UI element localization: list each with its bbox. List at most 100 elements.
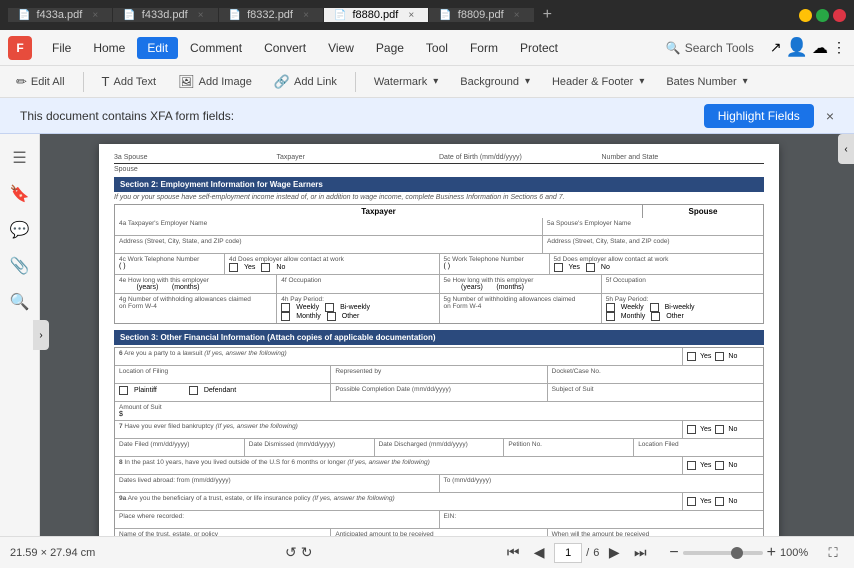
row9a-no-cb[interactable]	[715, 497, 724, 506]
4h-weekly-cb[interactable]	[281, 303, 290, 312]
tab-f8332-close[interactable]: ×	[299, 8, 313, 22]
menu-convert[interactable]: Convert	[254, 37, 316, 59]
4h-biweekly-cb[interactable]	[325, 303, 334, 312]
sidebar-collapse-button[interactable]: ›	[33, 320, 49, 350]
menu-tool[interactable]: Tool	[416, 37, 458, 59]
zoom-slider[interactable]	[683, 551, 763, 555]
edit-all-icon: ✏	[16, 74, 27, 90]
right-panel-collapse[interactable]: ‹	[838, 134, 854, 164]
new-tab-button[interactable]: +	[535, 6, 560, 24]
cell-date-discharged: Date Discharged (mm/dd/yyyy)	[375, 439, 505, 456]
4h-monthly-cb[interactable]	[281, 312, 290, 321]
zoom-slider-thumb	[731, 547, 743, 559]
5h-weekly-cb[interactable]	[606, 303, 615, 312]
4d-no-checkbox[interactable]	[261, 263, 270, 272]
5h-biweekly-cb[interactable]	[650, 303, 659, 312]
menu-protect[interactable]: Protect	[510, 37, 568, 59]
edit-all-button[interactable]: ✏ Edit All	[8, 71, 73, 93]
add-link-button[interactable]: 🔗 Add Link	[266, 71, 345, 93]
tab-f433a[interactable]: 📄 f433a.pdf ×	[8, 8, 112, 22]
background-button[interactable]: Background	[452, 73, 538, 91]
page-separator: /	[586, 547, 589, 559]
user-icon[interactable]: 👤	[786, 37, 808, 58]
page-number-input[interactable]: 1	[554, 543, 582, 563]
sidebar-bookmarks-icon[interactable]: 🔖	[4, 178, 36, 210]
5d-yes-checkbox[interactable]	[554, 263, 563, 272]
add-text-button[interactable]: T Add Text	[94, 71, 165, 92]
tab-f433d[interactable]: 📄 f433d.pdf ×	[113, 8, 217, 22]
cell-date-filed: Date Filed (mm/dd/yyyy)	[115, 439, 245, 456]
search-tools-area[interactable]: 🔍 Search Tools	[656, 37, 764, 59]
notification-close[interactable]: ×	[826, 108, 834, 124]
cell-represented-by: Represented by	[331, 366, 547, 383]
defendant-cb[interactable]	[189, 386, 198, 395]
zoom-in-button[interactable]: +	[767, 544, 776, 562]
5h-monthly-cb[interactable]	[606, 312, 615, 321]
window-controls	[799, 9, 846, 22]
sidebar-comments-icon[interactable]: 💬	[4, 214, 36, 246]
bates-number-button[interactable]: Bates Number	[658, 73, 755, 91]
close-button[interactable]	[833, 9, 846, 22]
header-footer-button[interactable]: Header & Footer	[544, 73, 652, 91]
rotate-right-icon[interactable]: ↻	[301, 544, 313, 561]
menu-home[interactable]: Home	[83, 37, 135, 59]
highlight-fields-button[interactable]: Highlight Fields	[704, 104, 814, 128]
zoom-out-button[interactable]: −	[669, 544, 678, 562]
menu-form[interactable]: Form	[460, 37, 508, 59]
row6-no-cb[interactable]	[715, 352, 724, 361]
section3-header: Section 3: Other Financial Information (…	[114, 330, 764, 345]
row8-no-cb[interactable]	[715, 461, 724, 470]
tab-f433a-close[interactable]: ×	[88, 8, 102, 22]
menu-view[interactable]: View	[318, 37, 364, 59]
tab-f8880-close[interactable]: ×	[404, 8, 418, 22]
maximize-button[interactable]	[816, 9, 829, 22]
row6-yes-cb[interactable]	[687, 352, 696, 361]
cell-place-recorded: Place where recorded:	[115, 511, 440, 528]
5d-no-checkbox[interactable]	[586, 263, 595, 272]
4h-other-cb[interactable]	[327, 312, 336, 321]
share-icon[interactable]: ↗	[770, 39, 782, 56]
first-page-button[interactable]: ⏮	[502, 542, 524, 564]
cell-4e: 4e How long with this employer (years) (…	[115, 275, 277, 293]
plaintiff-cb[interactable]	[119, 386, 128, 395]
plaintiff-label: Plaintiff	[134, 387, 157, 394]
menu-edit[interactable]: Edit	[137, 37, 178, 59]
label-4f: 4f Occupation	[281, 277, 434, 284]
add-image-button[interactable]: 🖼 Add Image	[170, 71, 260, 93]
more-icon[interactable]: ⋮	[832, 39, 846, 56]
row7-no-cb[interactable]	[715, 425, 724, 434]
prev-page-button[interactable]: ◀	[528, 542, 550, 564]
fit-page-button[interactable]: ⛶	[822, 542, 844, 564]
menu-file[interactable]: File	[42, 37, 81, 59]
tab-f433d-close[interactable]: ×	[194, 8, 208, 22]
row7-yes-label: Yes	[700, 426, 711, 433]
row7-yes-cb[interactable]	[687, 425, 696, 434]
cell-8-question: 8 In the past 10 years, have you lived o…	[115, 457, 683, 474]
menu-page[interactable]: Page	[366, 37, 414, 59]
4d-yes-checkbox[interactable]	[229, 263, 238, 272]
watermark-button[interactable]: Watermark	[366, 73, 446, 91]
next-page-button[interactable]: ▶	[603, 542, 625, 564]
cloud-icon[interactable]: ☁	[812, 38, 828, 58]
row8-yes-cb[interactable]	[687, 461, 696, 470]
last-page-button[interactable]: ⏭	[629, 542, 651, 564]
cell-4f: 4f Occupation	[277, 275, 439, 293]
sidebar-search-icon[interactable]: 🔍	[4, 286, 36, 318]
5h-other-cb[interactable]	[651, 312, 660, 321]
tab-f8332[interactable]: 📄 f8332.pdf ×	[219, 8, 323, 22]
tab-f8809[interactable]: 📄 f8809.pdf ×	[429, 8, 533, 22]
row-9a-header: 9a Are you the beneficiary of a trust, e…	[115, 493, 763, 511]
sidebar-attachments-icon[interactable]: 📎	[4, 250, 36, 282]
sidebar-panels-icon[interactable]: ☰	[4, 142, 36, 174]
menu-comment[interactable]: Comment	[180, 37, 252, 59]
row9a-yes-cb[interactable]	[687, 497, 696, 506]
tab-f8880[interactable]: 📄 f8880.pdf ×	[324, 8, 428, 22]
rotate-left-icon[interactable]: ↺	[285, 544, 297, 561]
row-4b-5b: Address (Street, City, State, and ZIP co…	[115, 236, 763, 254]
tab-f8809-close[interactable]: ×	[510, 8, 524, 22]
minimize-button[interactable]	[799, 9, 812, 22]
cell-4b: Address (Street, City, State, and ZIP co…	[115, 236, 543, 253]
label-5c: 5c Work Telephone Number	[444, 256, 545, 263]
cell-7-yesno: Yes No	[683, 421, 763, 438]
cell-name-trust: Name of the trust, estate, or policy	[115, 529, 331, 536]
